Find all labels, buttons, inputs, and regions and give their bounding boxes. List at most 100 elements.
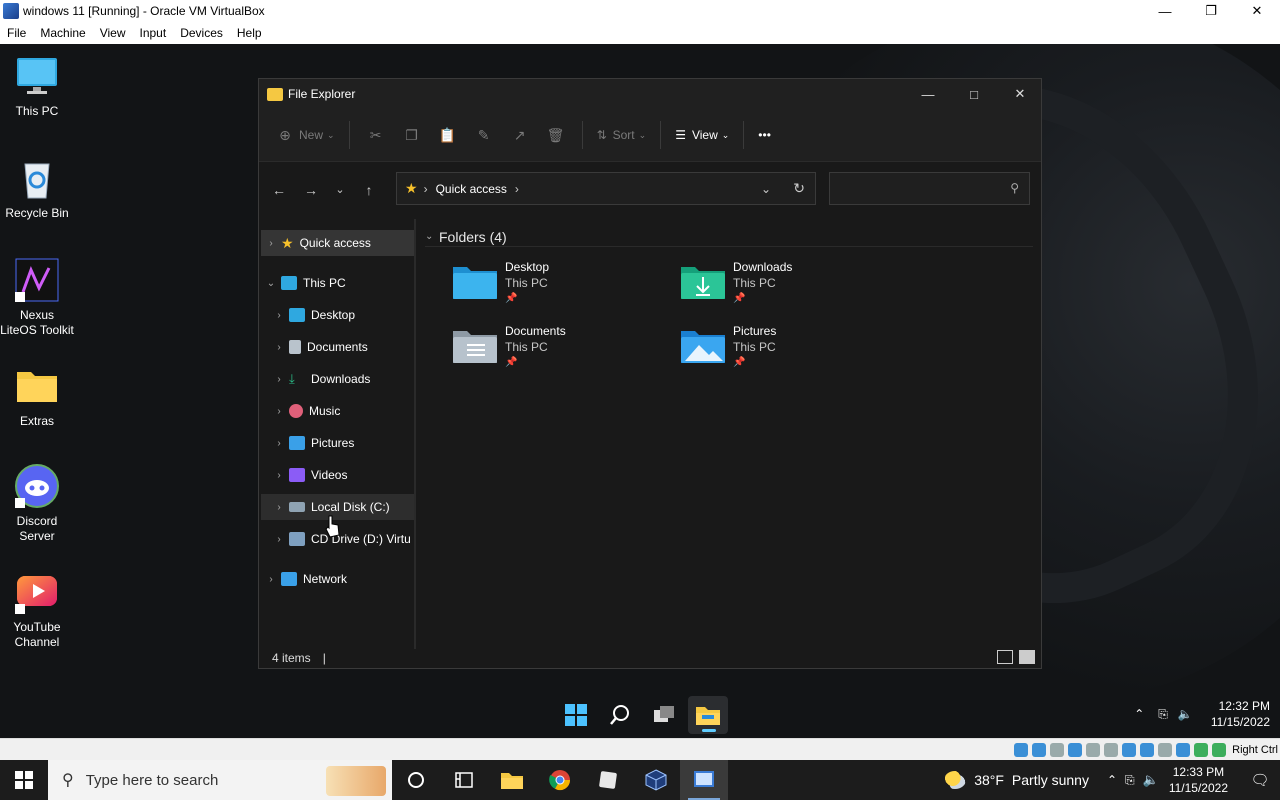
back-arrow-icon[interactable]: ← — [263, 174, 295, 206]
cortana-button[interactable] — [392, 760, 440, 800]
host-task-view-button[interactable] — [440, 760, 488, 800]
chevron-right-icon[interactable]: › — [269, 342, 289, 353]
nav-item-this-pc[interactable]: ⌄ This PC — [261, 270, 414, 296]
network-icon[interactable]: ⎘ — [1158, 707, 1168, 722]
virtualbox-manager-button[interactable] — [632, 760, 680, 800]
group-header[interactable]: ⌄ Folders (4) — [425, 227, 1033, 247]
copy-icon[interactable]: ❐ — [404, 127, 420, 143]
network-icon[interactable]: ⎘ — [1125, 773, 1135, 788]
chevron-right-icon[interactable]: › — [269, 502, 289, 513]
host-restore-button[interactable]: ❐ — [1188, 0, 1234, 22]
share-icon[interactable]: ↗ — [512, 127, 528, 143]
host-file-explorer-button[interactable] — [488, 760, 536, 800]
address-dropdown-icon[interactable]: ⌄ — [761, 182, 771, 196]
shared-folders-status-icon[interactable] — [1104, 742, 1119, 757]
refresh-icon[interactable]: ↻ — [793, 180, 805, 197]
network-status-icon[interactable] — [1068, 742, 1083, 757]
recent-locations-chevron-icon[interactable]: ⌄ — [327, 174, 353, 206]
host-search-box[interactable]: ⚲ Type here to search — [48, 760, 392, 800]
cpu-status-icon[interactable] — [1158, 742, 1173, 757]
chevron-right-icon[interactable]: › — [269, 406, 289, 417]
chevron-right-icon[interactable]: › — [269, 470, 289, 481]
chrome-button[interactable] — [536, 760, 584, 800]
explorer-maximize-button[interactable]: □ — [951, 79, 997, 109]
guest-task-view-button[interactable] — [644, 696, 684, 734]
nav-item-videos[interactable]: › Videos — [261, 462, 414, 488]
nav-item-pictures[interactable]: › Pictures — [261, 430, 414, 456]
virtualization-status-icon[interactable] — [1176, 742, 1191, 757]
usb-status-icon[interactable] — [1086, 742, 1101, 757]
nav-item-documents[interactable]: › Documents — [261, 334, 414, 360]
see-more-button[interactable]: ••• — [752, 120, 777, 150]
menu-view[interactable]: View — [93, 26, 133, 40]
address-bar[interactable]: ★ › Quick access › ⌄ ↻ — [396, 172, 816, 205]
search-box[interactable]: ⚲ — [829, 172, 1030, 205]
desktop-icon-discord[interactable]: Discord Server — [0, 464, 74, 544]
paste-icon[interactable]: 📋 — [439, 127, 456, 143]
recording-status-icon[interactable] — [1140, 742, 1155, 757]
chevron-right-icon[interactable]: › — [269, 534, 289, 545]
explorer-close-button[interactable]: ✕ — [997, 79, 1043, 109]
folder-tile-desktop[interactable]: Desktop This PC 📌 — [453, 259, 673, 315]
chevron-down-icon[interactable]: ⌄ — [425, 231, 439, 242]
chevron-right-icon[interactable]: › — [269, 374, 289, 385]
menu-machine[interactable]: Machine — [33, 26, 92, 40]
chevron-right-icon[interactable]: › — [269, 438, 289, 449]
up-arrow-icon[interactable]: ↑ — [353, 174, 385, 206]
desktop-icon-recycle-bin[interactable]: Recycle Bin — [0, 156, 74, 221]
nav-item-network[interactable]: › Network — [261, 566, 414, 592]
desktop-icon-this-pc[interactable]: This PC — [0, 54, 74, 119]
folder-tile-downloads[interactable]: Downloads This PC 📌 — [681, 259, 901, 315]
forward-arrow-icon[interactable]: → — [295, 174, 327, 206]
delete-icon[interactable]: 🗑 — [547, 127, 565, 143]
host-clock[interactable]: 12:33 PM 11/15/2022 — [1169, 764, 1228, 796]
desktop-icon-extras[interactable]: Extras — [0, 364, 74, 429]
explorer-minimize-button[interactable]: — — [905, 79, 951, 109]
hard-disk-status-icon[interactable] — [1014, 742, 1029, 757]
desktop-icon-youtube[interactable]: YouTube Channel — [0, 570, 74, 650]
breadcrumb-chevron-icon[interactable]: › — [515, 182, 519, 196]
tiles-view-icon[interactable] — [1019, 650, 1035, 664]
guest-search-button[interactable] — [600, 696, 640, 734]
nav-item-downloads[interactable]: › ⤓ Downloads — [261, 366, 414, 392]
menu-file[interactable]: File — [0, 26, 33, 40]
chevron-right-icon[interactable]: › — [269, 310, 289, 321]
guest-file-explorer-button[interactable] — [688, 696, 728, 734]
nav-item-music[interactable]: › Music — [261, 398, 414, 424]
volume-icon[interactable]: 🔈 — [1143, 772, 1159, 788]
host-minimize-button[interactable]: — — [1142, 0, 1188, 22]
view-button[interactable]: ☰ View ⌄ — [669, 120, 735, 150]
menu-devices[interactable]: Devices — [173, 26, 230, 40]
breadcrumb[interactable]: Quick access — [436, 182, 507, 196]
weather-widget[interactable]: 38°F Partly sunny — [944, 771, 1089, 789]
guest-clock[interactable]: 12:32 PM 11/15/2022 — [1211, 698, 1270, 730]
cut-icon[interactable]: ✂ — [368, 127, 384, 143]
audio-status-icon[interactable] — [1050, 742, 1065, 757]
optical-drive-status-icon[interactable] — [1032, 742, 1047, 757]
explorer-titlebar[interactable]: File Explorer — □ ✕ — [259, 79, 1041, 109]
chevron-down-icon[interactable]: ⌄ — [261, 278, 281, 289]
search-input[interactable] — [830, 173, 990, 204]
notifications-icon[interactable]: 🗨 — [1240, 771, 1280, 789]
chevron-right-icon[interactable]: › — [261, 238, 281, 249]
keyboard-status-icon[interactable] — [1212, 742, 1227, 757]
display-status-icon[interactable] — [1122, 742, 1137, 757]
volume-icon[interactable]: 🔈 — [1178, 707, 1193, 721]
host-start-button[interactable] — [0, 760, 48, 800]
show-hidden-icons-icon[interactable]: ⌃ — [1134, 707, 1144, 721]
host-app-button[interactable] — [584, 760, 632, 800]
menu-help[interactable]: Help — [230, 26, 269, 40]
sort-button[interactable]: ⇅ Sort ⌄ — [591, 120, 653, 150]
guest-start-button[interactable] — [556, 696, 596, 734]
mouse-integration-status-icon[interactable] — [1194, 742, 1209, 757]
menu-input[interactable]: Input — [133, 26, 174, 40]
folder-tile-pictures[interactable]: Pictures This PC 📌 — [681, 323, 901, 379]
rename-icon[interactable]: ✎ — [476, 127, 492, 143]
nav-item-quick-access[interactable]: › ★ Quick access — [261, 230, 414, 256]
virtualbox-vm-button[interactable] — [680, 760, 728, 800]
details-view-icon[interactable] — [997, 650, 1013, 664]
chevron-right-icon[interactable]: › — [261, 574, 281, 585]
new-button[interactable]: ⊕ New ⌄ — [271, 120, 341, 150]
desktop-icon-nexus-toolkit[interactable]: Nexus LiteOS Toolkit — [0, 258, 74, 338]
show-hidden-icons-icon[interactable]: ⌃ — [1107, 773, 1117, 787]
